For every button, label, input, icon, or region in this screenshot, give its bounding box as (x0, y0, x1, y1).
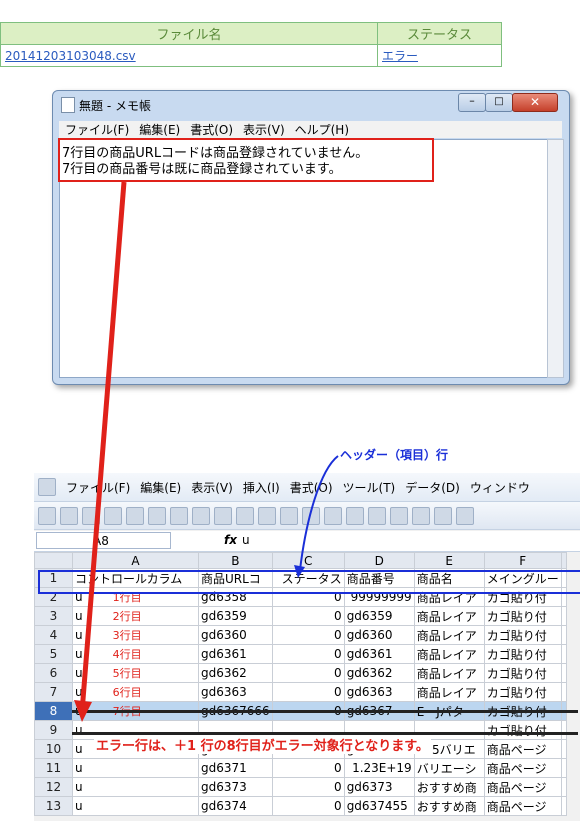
blue-arrow-line (299, 455, 339, 571)
red-arrow-line (79, 181, 127, 713)
red-arrowhead (74, 700, 92, 722)
annotation-arrows (74, 181, 339, 722)
blue-arrowhead (294, 565, 305, 578)
